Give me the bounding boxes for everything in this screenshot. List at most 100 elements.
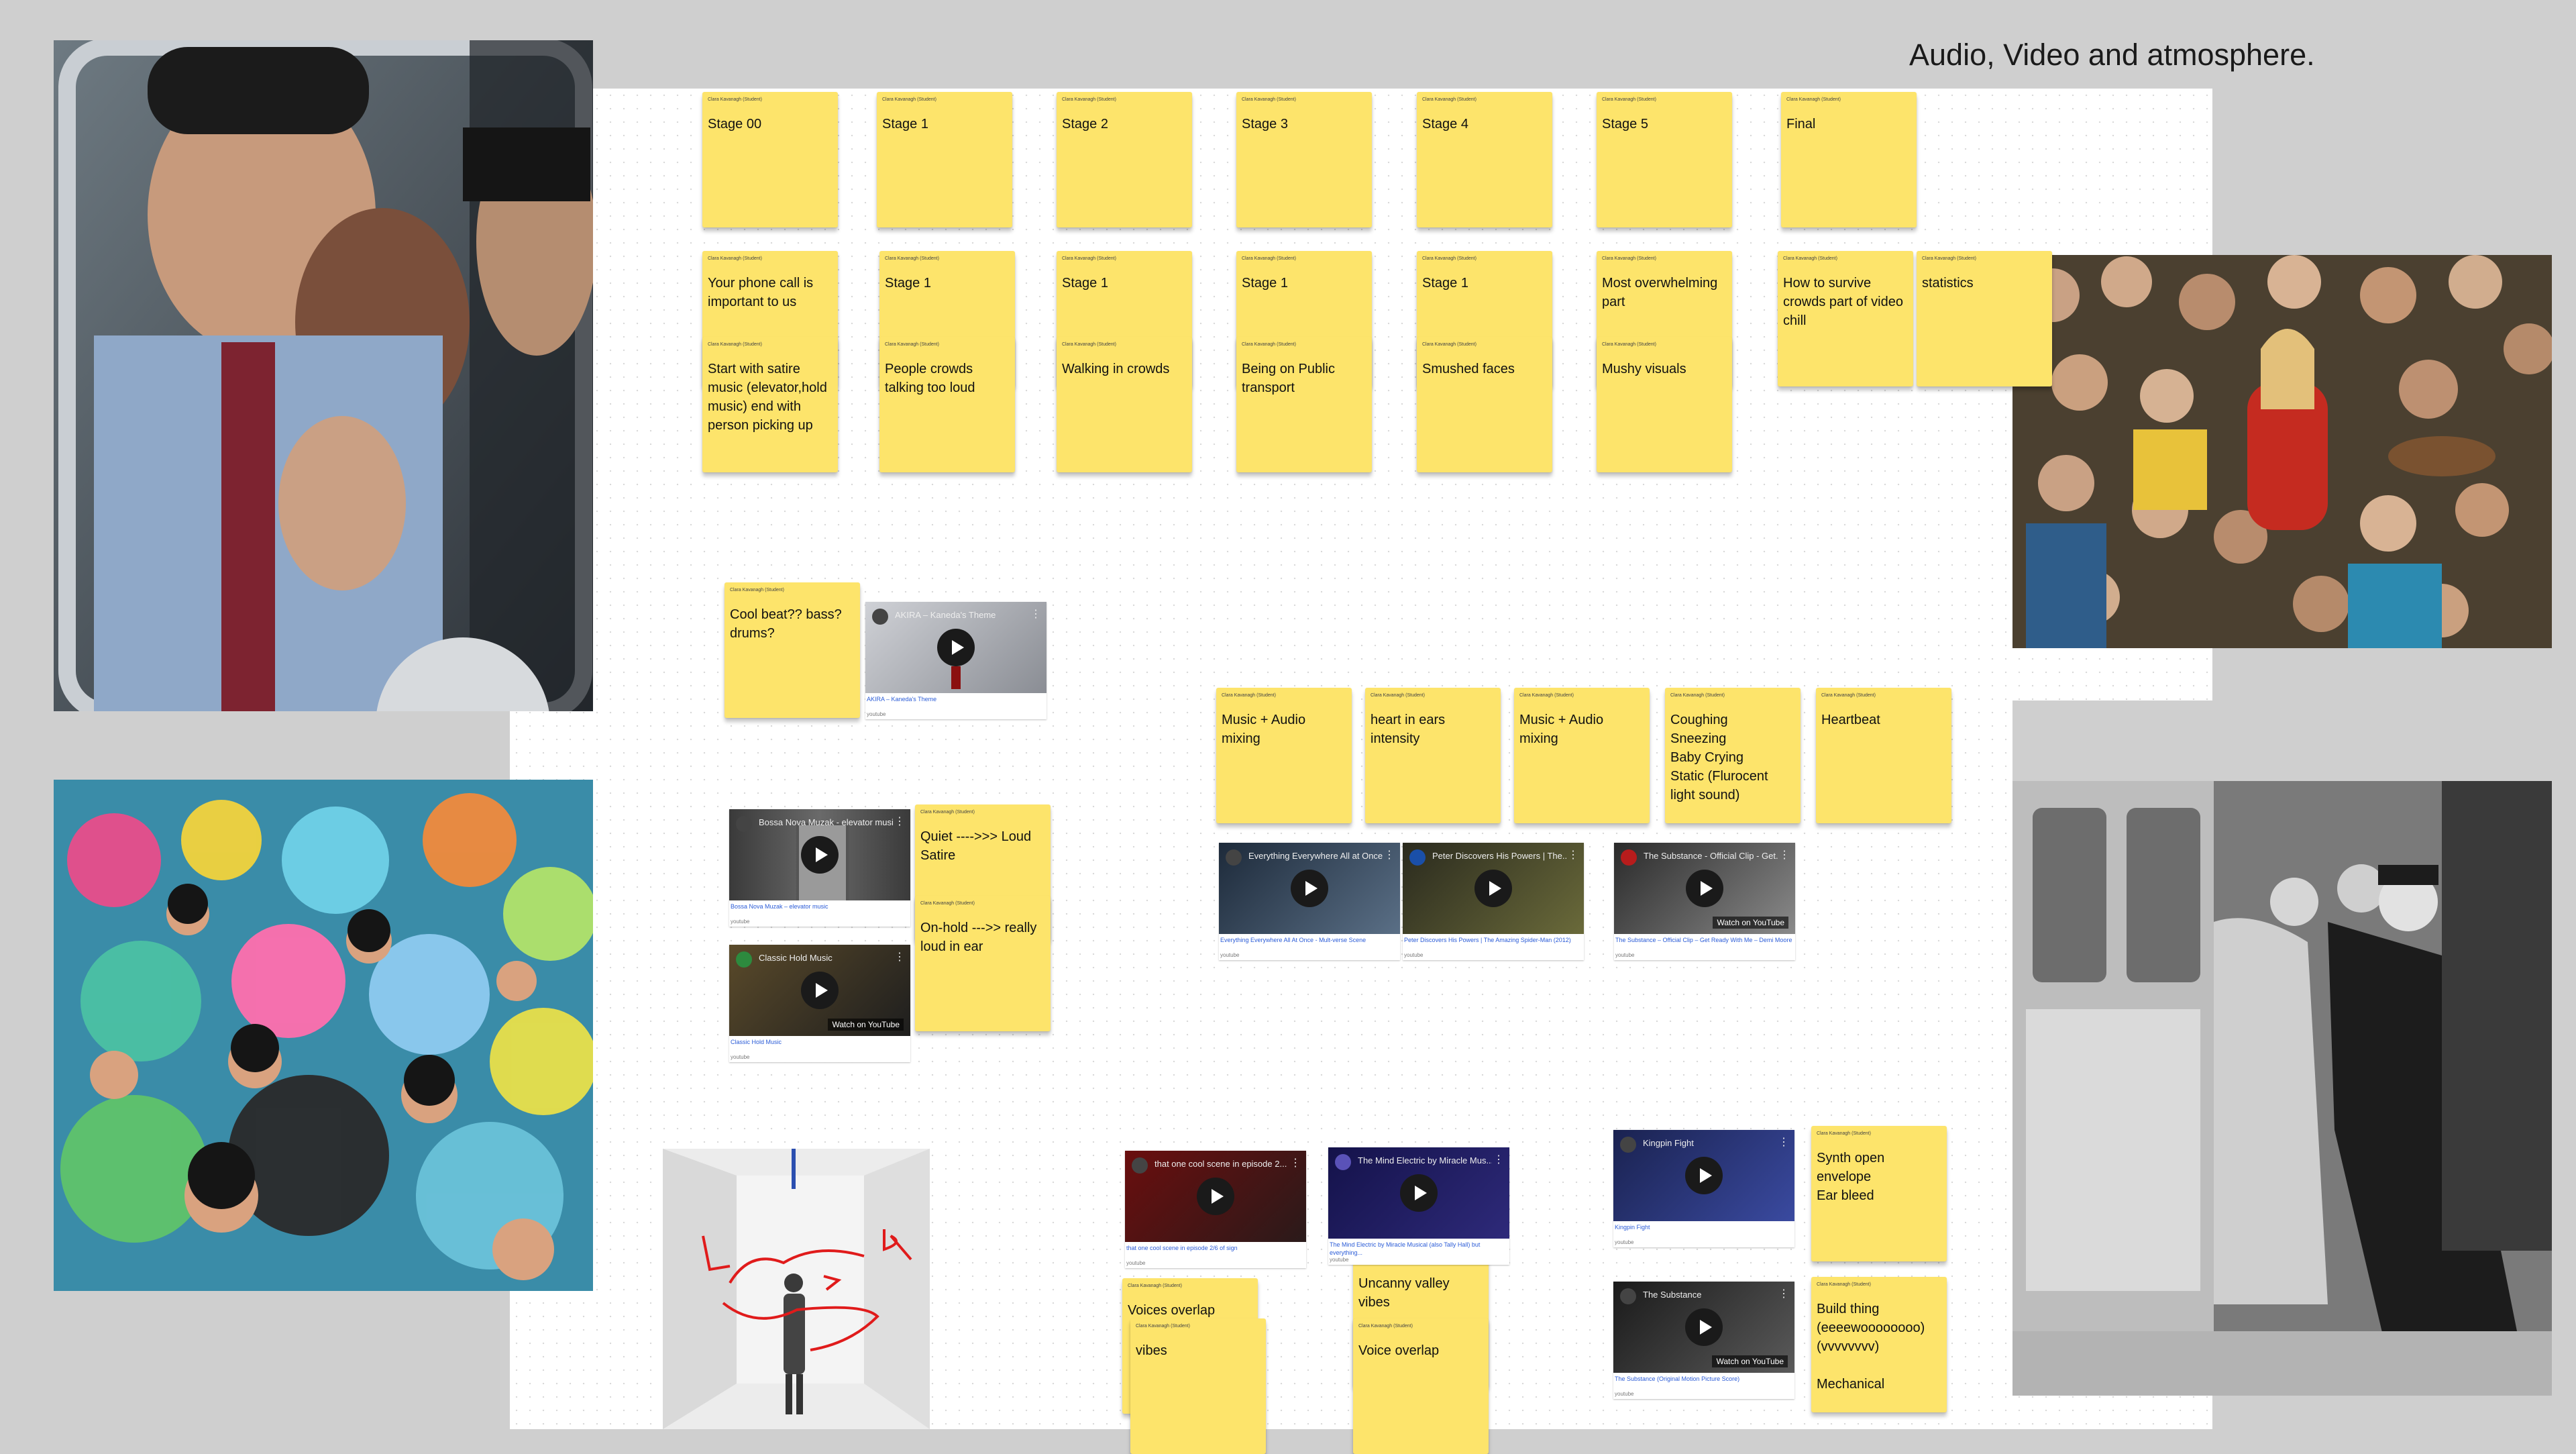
sticky-note-stage-1[interactable]: Clara Kavanagh (Student) Stage 1 xyxy=(877,92,1012,227)
watch-on-youtube-badge[interactable]: Watch on YouTube xyxy=(1712,1355,1788,1367)
video-source: youtube xyxy=(1126,1260,1146,1266)
channel-avatar xyxy=(736,951,752,968)
video-link[interactable]: Peter Discovers His Powers | The Amazing… xyxy=(1403,934,1584,952)
video-source: youtube xyxy=(867,711,886,717)
video-link[interactable]: that one cool scene in episode 2/6 of si… xyxy=(1125,1242,1306,1260)
sticky-note-final[interactable]: Clara Kavanagh (Student) Final xyxy=(1781,92,1917,227)
pool-crowd-photo[interactable] xyxy=(54,780,593,1291)
video-link[interactable]: Classic Hold Music xyxy=(729,1036,910,1054)
play-button-icon[interactable] xyxy=(1685,1157,1723,1194)
video-thumbnail[interactable]: AKIRA – Kaneda's Theme ⋮ xyxy=(865,602,1046,693)
video-link[interactable]: Kingpin Fight xyxy=(1613,1221,1794,1239)
play-button-icon[interactable] xyxy=(801,972,839,1009)
video-embed-cool-scene[interactable]: that one cool scene in episode 2... ⋮ th… xyxy=(1125,1151,1306,1268)
video-title: Classic Hold Music xyxy=(759,953,833,963)
more-options-icon[interactable]: ⋮ xyxy=(1779,848,1790,862)
video-source: youtube xyxy=(731,919,750,925)
sticky-note-walking[interactable]: Clara Kavanagh (Student) Walking in crowd… xyxy=(1057,337,1192,472)
video-link[interactable]: AKIRA – Kaneda's Theme xyxy=(865,693,1046,711)
video-embed-kingpin-fight[interactable]: Kingpin Fight ⋮ Kingpin Fight youtube xyxy=(1613,1130,1794,1247)
sticky-note-build-thing[interactable]: Clara Kavanagh (Student) Build thing (eee… xyxy=(1811,1277,1947,1412)
video-link[interactable]: Everything Everywhere All At Once - Mult… xyxy=(1219,934,1400,952)
video-link[interactable]: Bossa Nova Muzak – elevator music xyxy=(729,900,910,919)
more-options-icon[interactable]: ⋮ xyxy=(894,815,905,828)
video-thumbnail[interactable]: Bossa Nova Muzak - elevator music ⋮ xyxy=(729,809,910,900)
video-source: youtube xyxy=(1615,1239,1634,1245)
sticky-note-voice-overlap[interactable]: Clara Kavanagh (Student) Voice overlap xyxy=(1353,1318,1489,1454)
sticky-note-heartbeat[interactable]: Clara Kavanagh (Student) Heartbeat xyxy=(1816,688,1951,823)
sticky-note-stage-2[interactable]: Clara Kavanagh (Student) Stage 2 xyxy=(1057,92,1192,227)
more-options-icon[interactable]: ⋮ xyxy=(1568,848,1578,862)
video-thumbnail[interactable]: Peter Discovers His Powers | The... ⋮ xyxy=(1403,843,1584,934)
video-title: Peter Discovers His Powers | The... xyxy=(1432,851,1566,861)
play-button-icon[interactable] xyxy=(1400,1174,1438,1212)
sticky-note-stage-4[interactable]: Clara Kavanagh (Student) Stage 4 xyxy=(1417,92,1552,227)
sticky-note-smushed[interactable]: Clara Kavanagh (Student) Smushed faces xyxy=(1417,337,1552,472)
more-options-icon[interactable]: ⋮ xyxy=(1384,848,1395,862)
video-thumbnail[interactable]: The Mind Electric by Miracle Mus... ⋮ xyxy=(1328,1147,1509,1239)
video-embed-everything-everywhere[interactable]: Everything Everywhere All at Once ⋮ Ever… xyxy=(1219,843,1400,960)
channel-avatar xyxy=(872,609,888,625)
more-options-icon[interactable]: ⋮ xyxy=(1493,1153,1504,1166)
video-embed-akira[interactable]: AKIRA – Kaneda's Theme ⋮ AKIRA – Kaneda'… xyxy=(865,602,1046,719)
sticky-note-transport[interactable]: Clara Kavanagh (Student) Being on Public … xyxy=(1236,337,1372,472)
play-button-icon[interactable] xyxy=(801,836,839,874)
channel-avatar xyxy=(1132,1157,1148,1174)
sticky-note-heart-ears[interactable]: Clara Kavanagh (Student) heart in ears in… xyxy=(1365,688,1501,823)
video-source: youtube xyxy=(1404,952,1424,958)
video-link[interactable]: The Substance – Official Clip – Get Read… xyxy=(1614,934,1795,952)
sticky-note-audio-mixing-2[interactable]: Clara Kavanagh (Student) Music + Audio mi… xyxy=(1514,688,1650,823)
play-button-icon[interactable] xyxy=(1197,1178,1234,1215)
sticky-note-cool-beat[interactable]: Clara Kavanagh (Student) Cool beat?? bass… xyxy=(724,582,860,718)
watch-on-youtube-badge[interactable]: Watch on YouTube xyxy=(828,1019,904,1031)
more-options-icon[interactable]: ⋮ xyxy=(1290,1156,1301,1170)
play-button-icon[interactable] xyxy=(937,629,975,666)
video-source: youtube xyxy=(1330,1257,1349,1263)
video-embed-bossa-nova[interactable]: Bossa Nova Muzak - elevator music ⋮ Boss… xyxy=(729,809,910,927)
room-sketch-image xyxy=(663,1149,930,1429)
video-embed-substance-score[interactable]: The Substance ⋮ Watch on YouTube The Sub… xyxy=(1613,1282,1794,1399)
video-thumbnail[interactable]: Kingpin Fight ⋮ xyxy=(1613,1130,1794,1221)
channel-avatar xyxy=(1620,1137,1636,1153)
sticky-note-statistics[interactable]: Clara Kavanagh (Student) statistics xyxy=(1917,251,2052,386)
sticky-note-survive-crowds[interactable]: Clara Kavanagh (Student) How to survive c… xyxy=(1778,251,1913,386)
video-title: AKIRA – Kaneda's Theme xyxy=(895,610,996,620)
video-title: The Substance xyxy=(1643,1290,1702,1300)
room-sketch-photo[interactable] xyxy=(663,1149,930,1429)
more-options-icon[interactable]: ⋮ xyxy=(894,950,905,964)
video-embed-substance-clip[interactable]: The Substance - Official Clip - Get... ⋮… xyxy=(1614,843,1795,960)
sticky-note-synth[interactable]: Clara Kavanagh (Student) Synth open envel… xyxy=(1811,1126,1947,1261)
sticky-note-audio-mixing[interactable]: Clara Kavanagh (Student) Music + Audio mi… xyxy=(1216,688,1352,823)
video-link[interactable]: The Mind Electric by Miracle Musical (al… xyxy=(1328,1239,1509,1257)
video-embed-mind-electric[interactable]: The Mind Electric by Miracle Mus... ⋮ Th… xyxy=(1328,1147,1509,1265)
video-embed-hold-music[interactable]: Classic Hold Music ⋮ Watch on YouTube Cl… xyxy=(729,945,910,1062)
video-source: youtube xyxy=(731,1054,750,1060)
play-button-icon[interactable] xyxy=(1291,870,1328,907)
video-embed-spider-man-powers[interactable]: Peter Discovers His Powers | The... ⋮ Pe… xyxy=(1403,843,1584,960)
more-options-icon[interactable]: ⋮ xyxy=(1778,1135,1789,1149)
video-link[interactable]: The Substance (Original Motion Picture S… xyxy=(1613,1373,1794,1391)
subway-window-photo[interactable] xyxy=(54,40,593,711)
play-button-icon[interactable] xyxy=(1474,870,1512,907)
video-thumbnail[interactable]: Classic Hold Music ⋮ Watch on YouTube xyxy=(729,945,910,1036)
video-thumbnail[interactable]: The Substance - Official Clip - Get... ⋮… xyxy=(1614,843,1795,934)
sticky-note-stage-00[interactable]: Clara Kavanagh (Student) Stage 00 xyxy=(702,92,838,227)
video-thumbnail[interactable]: The Substance ⋮ Watch on YouTube xyxy=(1613,1282,1794,1373)
sticky-note-crowds-loud[interactable]: Clara Kavanagh (Student) People crowds ta… xyxy=(879,337,1015,472)
sticky-note-mushy[interactable]: Clara Kavanagh (Student) Mushy visuals xyxy=(1597,337,1732,472)
train-pusher-photo[interactable] xyxy=(2012,700,2552,1396)
watch-on-youtube-badge[interactable]: Watch on YouTube xyxy=(1713,917,1788,929)
dense-crowd-photo[interactable] xyxy=(2012,255,2552,648)
more-options-icon[interactable]: ⋮ xyxy=(1030,607,1041,621)
video-thumbnail[interactable]: that one cool scene in episode 2... ⋮ xyxy=(1125,1151,1306,1242)
sticky-note-vibes[interactable]: Clara Kavanagh (Student) vibes xyxy=(1130,1318,1266,1454)
play-button-icon[interactable] xyxy=(1686,870,1723,907)
sticky-note-stage-5[interactable]: Clara Kavanagh (Student) Stage 5 xyxy=(1597,92,1732,227)
more-options-icon[interactable]: ⋮ xyxy=(1778,1287,1789,1300)
play-button-icon[interactable] xyxy=(1685,1308,1723,1346)
sticky-note-stage-3[interactable]: Clara Kavanagh (Student) Stage 3 xyxy=(1236,92,1372,227)
sticky-note-satire-music[interactable]: Clara Kavanagh (Student) Start with satir… xyxy=(702,337,838,472)
sticky-note-on-hold[interactable]: Clara Kavanagh (Student) On-hold --->> re… xyxy=(915,896,1051,1031)
video-thumbnail[interactable]: Everything Everywhere All at Once ⋮ xyxy=(1219,843,1400,934)
sticky-note-coughing[interactable]: Clara Kavanagh (Student) Coughing Sneezin… xyxy=(1665,688,1801,823)
